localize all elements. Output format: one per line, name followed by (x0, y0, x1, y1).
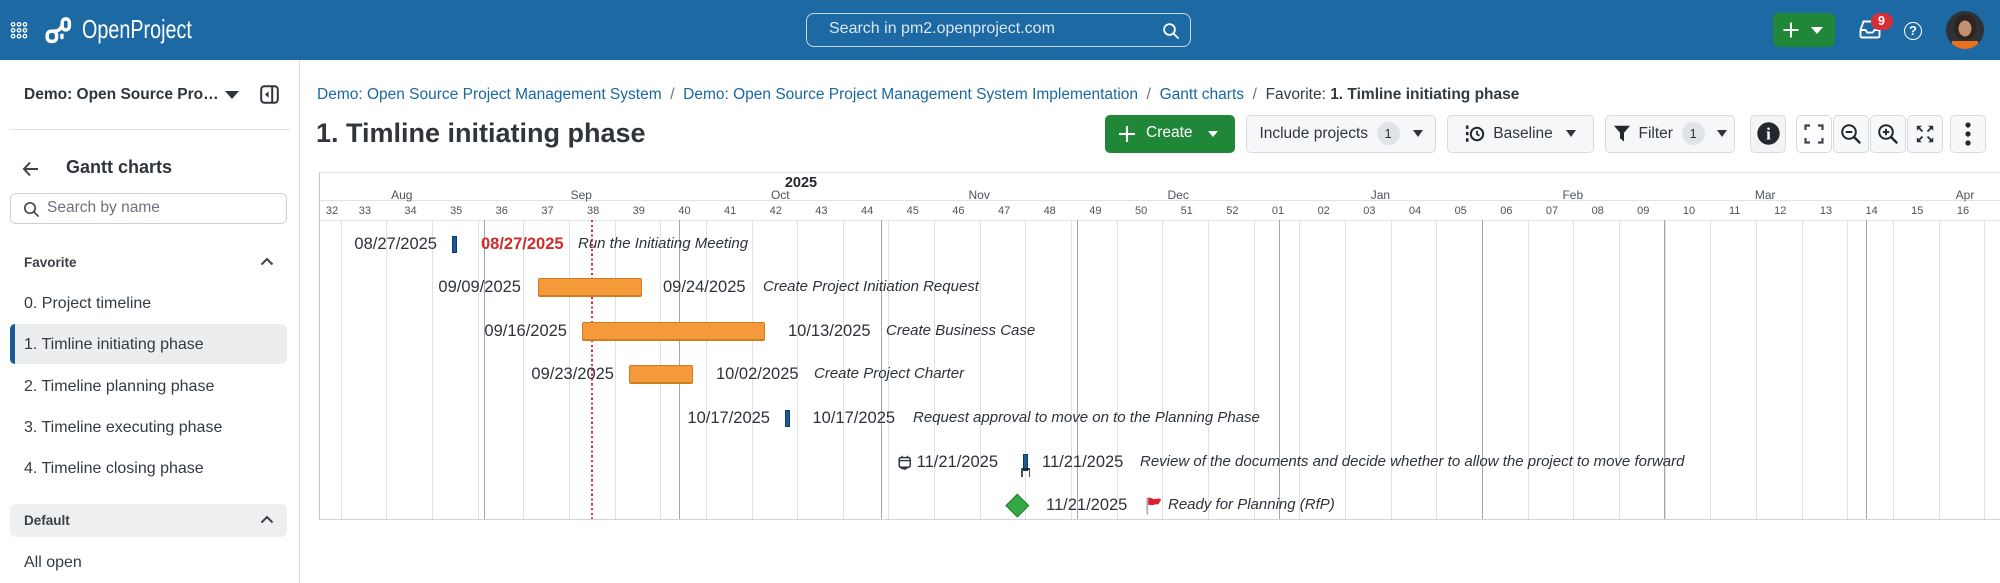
svg-text:i: i (1766, 125, 1771, 144)
